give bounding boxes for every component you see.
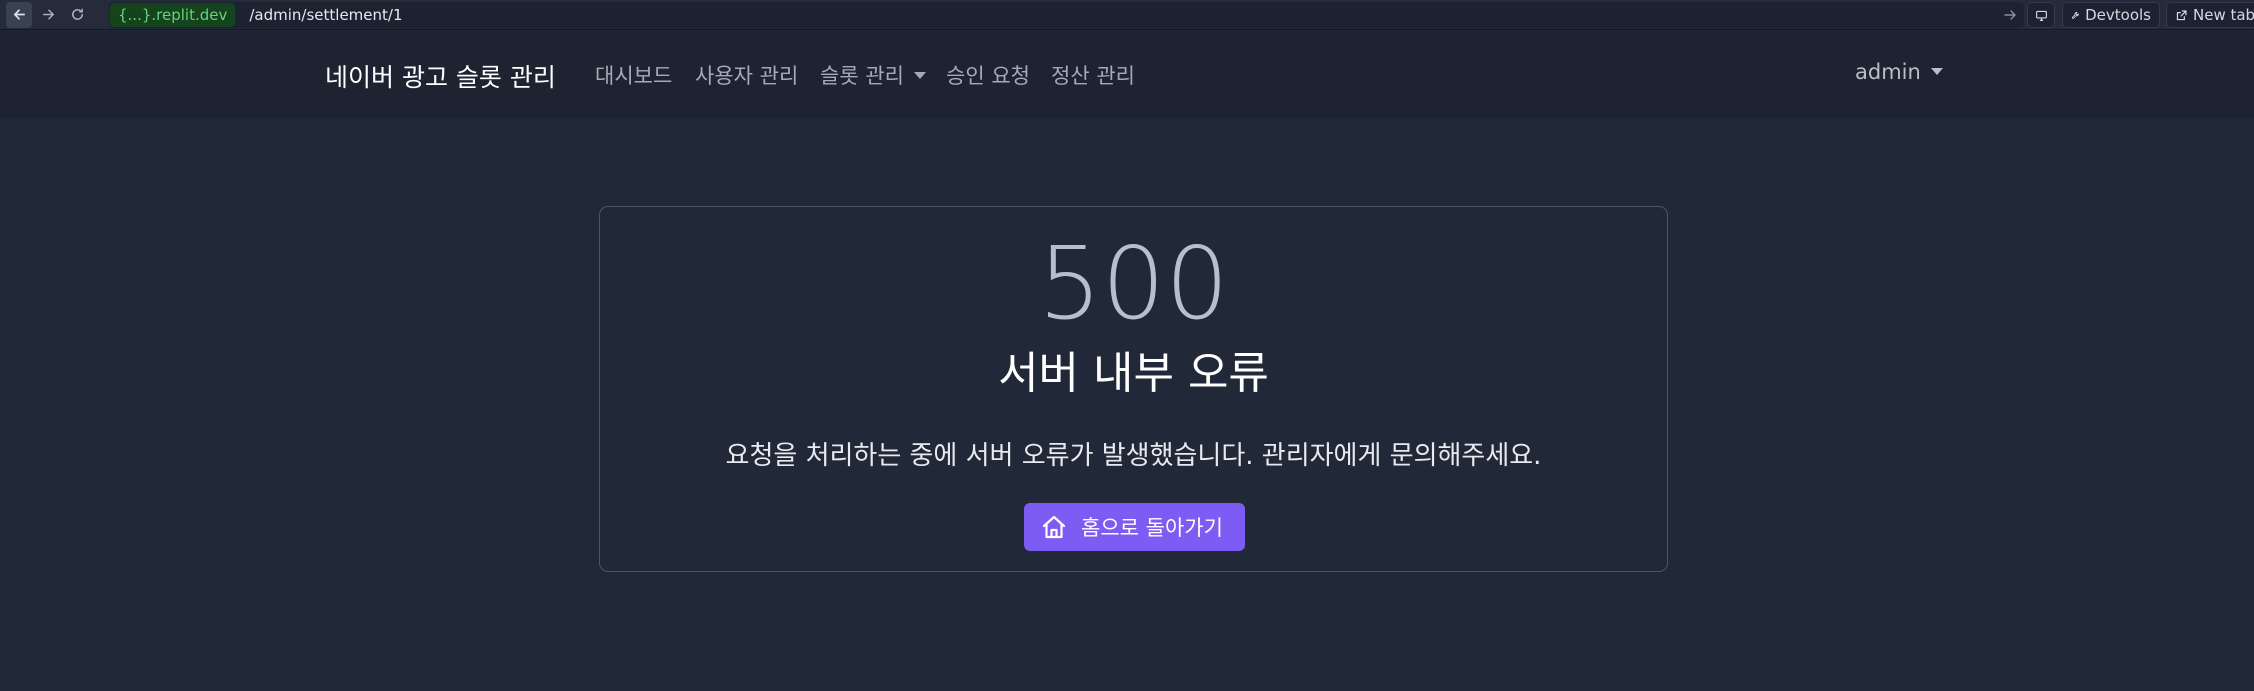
error-title: 서버 내부 오류 <box>998 348 1269 399</box>
back-button[interactable] <box>6 1 32 28</box>
user-menu-dropdown[interactable]: admin <box>1855 60 1943 84</box>
browser-toolbar: {...}.replit.dev /admin/settlement/1 Dev… <box>0 0 2254 30</box>
nav-item-slots-dropdown[interactable]: 슬롯 관리 <box>820 60 926 90</box>
user-name: admin <box>1855 60 1921 84</box>
nav-item-dashboard[interactable]: 대시보드 <box>595 60 672 90</box>
nav-item-label: 승인 요청 <box>946 64 1030 88</box>
devtools-button[interactable]: Devtools <box>2062 2 2160 28</box>
url-path[interactable]: /admin/settlement/1 <box>249 6 402 24</box>
address-bar[interactable]: {...}.replit.dev /admin/settlement/1 <box>109 2 2024 28</box>
nav-item-label: 사용자 관리 <box>695 64 799 88</box>
error-card: 500 서버 내부 오류 요청을 처리하는 중에 서버 오류가 발생했습니다. … <box>599 206 1668 572</box>
domain-badge[interactable]: {...}.replit.dev <box>110 3 236 27</box>
arrow-right-icon <box>42 9 54 20</box>
external-link-icon <box>2176 9 2187 20</box>
arrow-left-icon <box>13 9 25 20</box>
home-button-label: 홈으로 돌아가기 <box>1081 516 1223 540</box>
new-tab-label: New tab <box>2193 6 2254 24</box>
nav-item-settlement[interactable]: 정산 관리 <box>1051 60 1135 90</box>
caret-down-icon <box>1930 67 1943 75</box>
navbar-brand[interactable]: 네이버 광고 슬롯 관리 <box>325 58 556 94</box>
screen-button[interactable] <box>2027 2 2055 28</box>
home-icon <box>1042 515 1066 539</box>
wrench-icon <box>2071 11 2079 19</box>
error-code: 500 <box>1038 225 1229 342</box>
nav-item-label: 슬롯 관리 <box>820 64 904 88</box>
error-message: 요청을 처리하는 중에 서버 오류가 발생했습니다. 관리자에게 문의해주세요. <box>725 441 1542 471</box>
devtools-label: Devtools <box>2085 6 2151 24</box>
new-tab-button[interactable]: New tab <box>2166 2 2254 28</box>
reload-button[interactable] <box>64 2 90 28</box>
nav-item-label: 대시보드 <box>595 64 673 88</box>
nav-item-approval-requests[interactable]: 승인 요청 <box>946 60 1030 90</box>
monitor-icon <box>2035 10 2047 21</box>
home-button[interactable]: 홈으로 돌아가기 <box>1024 503 1245 551</box>
nav-item-users[interactable]: 사용자 관리 <box>695 60 798 90</box>
caret-down-icon <box>913 71 926 79</box>
reload-icon <box>71 8 83 20</box>
go-icon[interactable] <box>2002 7 2018 23</box>
nav-item-label: 정산 관리 <box>1051 64 1135 88</box>
app-navbar: 네이버 광고 슬롯 관리 대시보드 사용자 관리 슬롯 관리 승인 요청 정산 … <box>0 31 2254 115</box>
forward-button[interactable] <box>35 2 61 28</box>
